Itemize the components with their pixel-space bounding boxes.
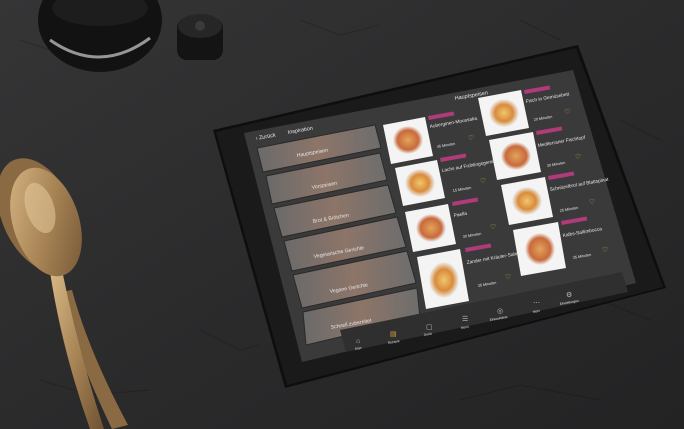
- heart-icon[interactable]: ♡: [490, 223, 496, 231]
- bottle-cap: [177, 14, 223, 60]
- tab-mehr[interactable]: ⋯ Mehr: [532, 300, 541, 314]
- gear-icon: ⚙: [566, 291, 572, 299]
- appliance-icon: ▢: [426, 324, 433, 331]
- home-icon: ⌂: [356, 338, 360, 345]
- book-icon: ▤: [390, 331, 397, 338]
- heart-icon[interactable]: ♡: [589, 198, 595, 206]
- more-icon: ⋯: [533, 300, 540, 307]
- heart-icon[interactable]: ♡: [602, 246, 608, 254]
- heart-icon[interactable]: ♡: [480, 177, 486, 185]
- tab-menue[interactable]: ☰ Menü: [460, 316, 469, 330]
- heart-icon[interactable]: ♡: [564, 108, 570, 116]
- heart-icon[interactable]: ♡: [468, 134, 474, 142]
- heart-icon[interactable]: ♡: [575, 153, 581, 161]
- list-icon: ☰: [462, 316, 468, 323]
- photo-scene: ‹ Zurück Inspiration Hauptspeisen Vorspe…: [0, 0, 684, 429]
- heart-icon[interactable]: ♡: [505, 273, 511, 281]
- cart-icon: ◎: [497, 308, 503, 315]
